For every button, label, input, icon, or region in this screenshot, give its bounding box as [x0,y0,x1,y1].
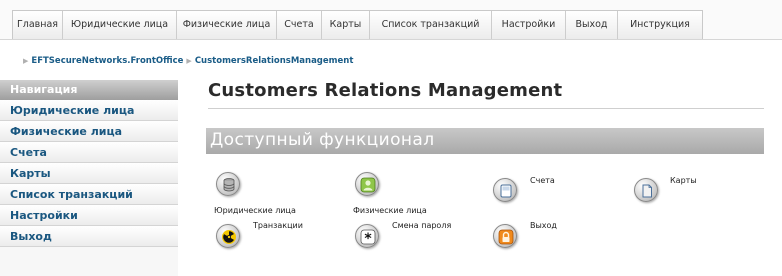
sidebar-header: Навигация [0,80,178,100]
database-icon[interactable] [216,172,240,196]
breadcrumb: ▶ EFTSecureNetworks.FrontOffice ▶ Custom… [20,56,353,66]
tab-individuals[interactable]: Физические лица [177,11,277,39]
title-divider [208,108,764,109]
sidebar-item-legal-entities[interactable]: Юридические лица [0,100,178,121]
section-title: Доступный функционал [210,130,435,150]
breadcrumb-item-current[interactable]: CustomersRelationsManagement [195,56,354,66]
sidebar-item-logout[interactable]: Выход [0,226,178,247]
function-label-logout[interactable]: Выход [530,221,557,230]
top-menu-bar: Главная Юридические лица Физические лица… [0,0,782,40]
breadcrumb-arrow-icon: ▶ [23,57,29,65]
sidebar-item-transactions[interactable]: Список транзакций [0,184,178,205]
function-label-change-password[interactable]: Смена пароля [392,221,451,230]
section-header: Доступный функционал [206,128,764,154]
sidebar-item-settings[interactable]: Настройки [0,205,178,226]
function-label-legal-entities[interactable]: Юридические лица [214,206,296,215]
tab-transactions[interactable]: Список транзакций [370,11,492,39]
card-icon[interactable] [634,178,658,202]
sidebar: Навигация Юридические лица Физические ли… [0,80,178,276]
page-title: Customers Relations Management [208,80,563,101]
lock-icon[interactable] [493,224,517,248]
user-icon[interactable] [355,172,379,196]
svg-text:*: * [364,231,372,245]
tab-logout[interactable]: Выход [566,11,618,39]
tab-home[interactable]: Главная [13,11,63,39]
sidebar-item-individuals[interactable]: Физические лица [0,121,178,142]
tab-legal-entities[interactable]: Юридические лица [63,11,177,39]
tab-instructions[interactable]: Инструкция [618,11,702,39]
function-label-individuals[interactable]: Физические лица [353,206,427,215]
radiation-icon[interactable] [216,224,240,248]
accounts-icon[interactable] [493,178,517,202]
breadcrumb-item-root[interactable]: EFTSecureNetworks.FrontOffice [31,56,183,66]
top-tabs: Главная Юридические лица Физические лица… [12,10,703,39]
function-label-cards[interactable]: Карты [670,176,697,185]
asterisk-icon[interactable]: * [355,224,379,248]
function-label-accounts[interactable]: Счета [530,176,555,185]
sidebar-item-accounts[interactable]: Счета [0,142,178,163]
tab-settings[interactable]: Настройки [492,11,566,39]
tab-cards[interactable]: Карты [322,11,370,39]
function-label-transactions[interactable]: Транзакции [253,221,303,230]
breadcrumb-arrow-icon: ▶ [186,57,192,65]
tab-accounts[interactable]: Счета [277,11,322,39]
sidebar-item-cards[interactable]: Карты [0,163,178,184]
